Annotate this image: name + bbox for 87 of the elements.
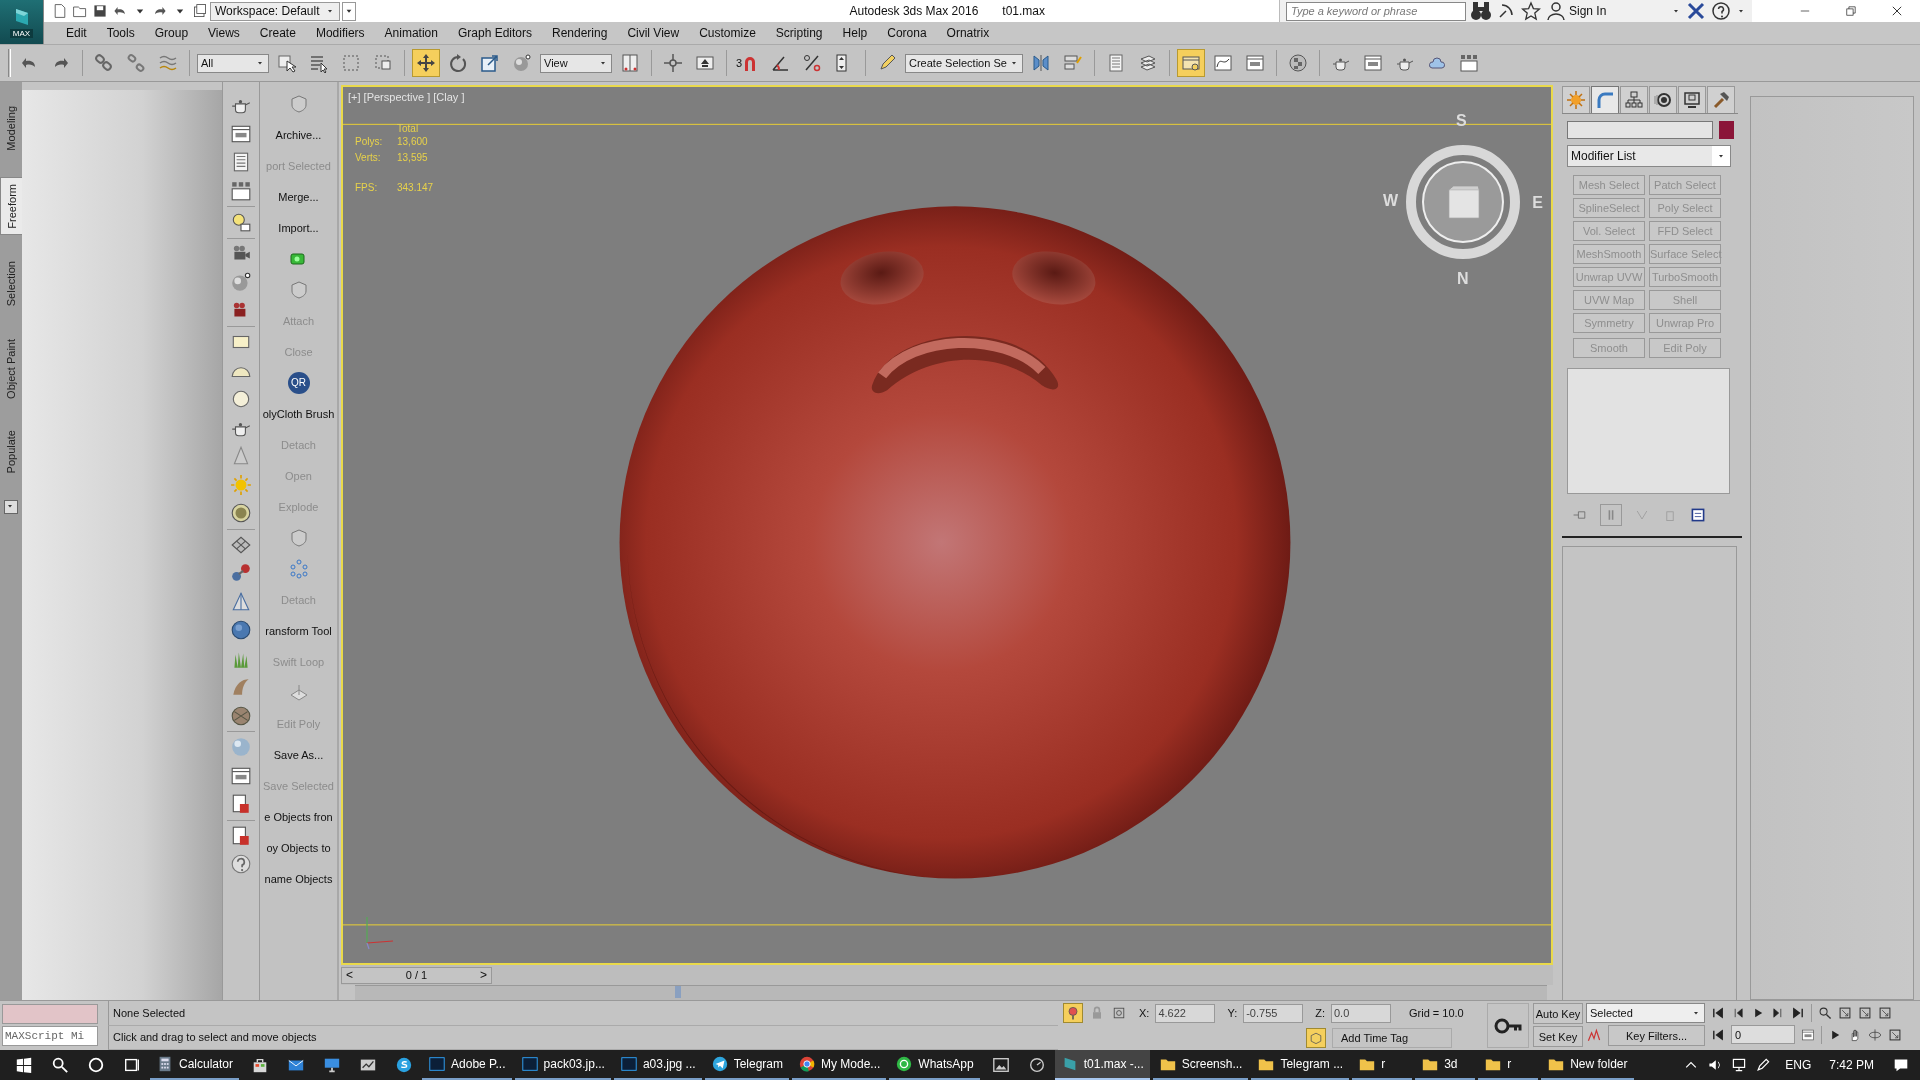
taskbar-button[interactable]: 3d xyxy=(1415,1050,1476,1080)
key-mode-dropdown[interactable]: Selected xyxy=(1586,1003,1705,1023)
workspace-dropdown[interactable]: Workspace: Default xyxy=(210,1,340,21)
menu-item[interactable]: Graph Editors xyxy=(447,26,542,40)
coordinate-label: Z: xyxy=(1315,1007,1325,1020)
stats-value: 343.147 xyxy=(397,181,434,195)
maxscript-listener[interactable]: MAXScript Mi xyxy=(2,1026,98,1046)
taskbar-button[interactable]: pack03.jp... xyxy=(514,1050,611,1080)
set-key-mode-button[interactable]: Set Key xyxy=(1533,1026,1583,1047)
menu-item[interactable]: Civil View xyxy=(617,26,690,40)
frame-field[interactable]: 0 xyxy=(1731,1025,1795,1044)
taskbar-button[interactable]: Telegram xyxy=(704,1050,789,1080)
key-filters-button[interactable]: Key Filters... xyxy=(1608,1025,1705,1046)
command-button[interactable]: name Objects xyxy=(260,872,337,885)
coordinate-field[interactable]: 0.0 xyxy=(1331,1003,1391,1023)
snap-toggle[interactable]: 3 xyxy=(734,49,762,77)
dropdown[interactable]: All xyxy=(197,53,269,73)
compass-letter: N xyxy=(1457,270,1469,288)
coordinate-field[interactable]: -0.755 xyxy=(1243,1003,1304,1023)
coordinate-label: X: xyxy=(1139,1007,1150,1020)
search-field[interactable]: Type a keyword or phrase xyxy=(1286,1,1466,21)
next-frame-button[interactable]: > xyxy=(480,968,487,982)
clock[interactable]: 7:42 PM xyxy=(1829,1058,1874,1072)
coordinate-label: Y: xyxy=(1227,1007,1238,1020)
time-slider-thumb[interactable]: < 0 / 1 > xyxy=(341,966,492,984)
menu-item[interactable]: Views xyxy=(198,26,250,40)
taskbar-button[interactable]: My Mode... xyxy=(792,1050,887,1080)
sign-in-button[interactable]: Sign In xyxy=(1546,1,1666,21)
command-button[interactable]: Merge... xyxy=(260,190,337,203)
command-button[interactable]: ransform Tool xyxy=(260,624,337,637)
menu-item[interactable]: Group xyxy=(144,26,199,40)
menu-item[interactable]: Modifiers xyxy=(305,26,375,40)
grid-size: Grid = 10.0 xyxy=(1409,1007,1465,1020)
modifier-list-dropdown[interactable]: Modifier List xyxy=(1567,145,1731,167)
ribbon-tab[interactable]: Selection xyxy=(2,255,20,313)
menu-item[interactable]: Scripting xyxy=(765,26,833,40)
ribbon-tab[interactable]: Modeling xyxy=(2,100,20,157)
taskbar-button[interactable]: Adobe P... xyxy=(422,1050,512,1080)
compass-letter: E xyxy=(1532,194,1543,212)
time-tag-label[interactable]: Add Time Tag xyxy=(1332,1027,1452,1048)
taskbar-button[interactable]: Telegram ... xyxy=(1251,1050,1350,1080)
taskbar-button[interactable]: r xyxy=(1352,1050,1413,1080)
window-title: Autodesk 3ds Max 2016 xyxy=(849,4,979,18)
menu-item[interactable]: Help xyxy=(832,26,878,40)
language-indicator[interactable]: ENG xyxy=(1785,1058,1812,1072)
menu-item[interactable]: Animation xyxy=(374,26,448,40)
menu-item[interactable]: Corona xyxy=(877,26,937,40)
command-button[interactable]: Archive... xyxy=(260,128,337,141)
command-button[interactable]: Import... xyxy=(260,221,337,234)
taskbar-button[interactable]: Screensh... xyxy=(1152,1050,1249,1080)
menu-item[interactable]: Ornatrix xyxy=(936,26,1000,40)
stats-label: Polys: xyxy=(355,135,384,149)
stats-value: 13,595 xyxy=(397,151,428,165)
taskbar-button[interactable]: a03.jpg ... xyxy=(613,1050,702,1080)
taskbar-button[interactable]: Calculator xyxy=(150,1050,240,1080)
selection-status: None Selected xyxy=(108,1001,1058,1026)
dropdown[interactable]: Create Selection Se xyxy=(905,53,1023,73)
stats-label: Verts: xyxy=(355,151,382,165)
menu-item[interactable]: Edit xyxy=(56,26,97,40)
menu-item[interactable]: Tools xyxy=(96,26,145,40)
time-slider[interactable]: < 0 / 1 > xyxy=(341,965,1553,985)
ribbon-tab[interactable]: Populate xyxy=(2,424,20,480)
command-button[interactable]: Save As... xyxy=(260,748,337,761)
menu-item[interactable]: Rendering xyxy=(542,26,618,40)
menu-item[interactable]: Customize xyxy=(689,26,766,40)
command-button[interactable]: oy Objects to xyxy=(260,841,337,854)
dropdown[interactable]: View xyxy=(540,53,612,73)
previous-frame-button[interactable]: < xyxy=(346,968,353,982)
stats-heading: Total xyxy=(397,123,420,134)
taskbar-button[interactable]: New folder xyxy=(1541,1050,1634,1080)
taskbar-button[interactable]: WhatsApp xyxy=(889,1050,980,1080)
coordinate-field[interactable]: 4.622 xyxy=(1155,1003,1216,1023)
compass-letter: W xyxy=(1383,192,1399,210)
file-name: t01.max xyxy=(1002,4,1045,18)
menu-item[interactable]: Create xyxy=(249,26,306,40)
frame-counter: 0 / 1 xyxy=(405,969,428,981)
taskbar-button[interactable]: t01.max -... xyxy=(1054,1050,1150,1080)
stats-label: FPS: xyxy=(355,181,379,195)
command-button[interactable]: e Objects fron xyxy=(260,810,337,823)
command-button[interactable]: olyCloth Brush xyxy=(260,407,337,420)
ribbon-tab[interactable]: Object Paint xyxy=(2,332,20,405)
taskbar-button[interactable]: r xyxy=(1478,1050,1539,1080)
stats-value: 13,600 xyxy=(397,135,428,149)
ribbon-tab[interactable]: Freeform xyxy=(0,176,22,236)
qr-button[interactable]: QR xyxy=(287,371,310,394)
app-menu-button[interactable]: MAX xyxy=(0,0,44,44)
auto-key-button[interactable]: Auto Key xyxy=(1533,1003,1583,1024)
